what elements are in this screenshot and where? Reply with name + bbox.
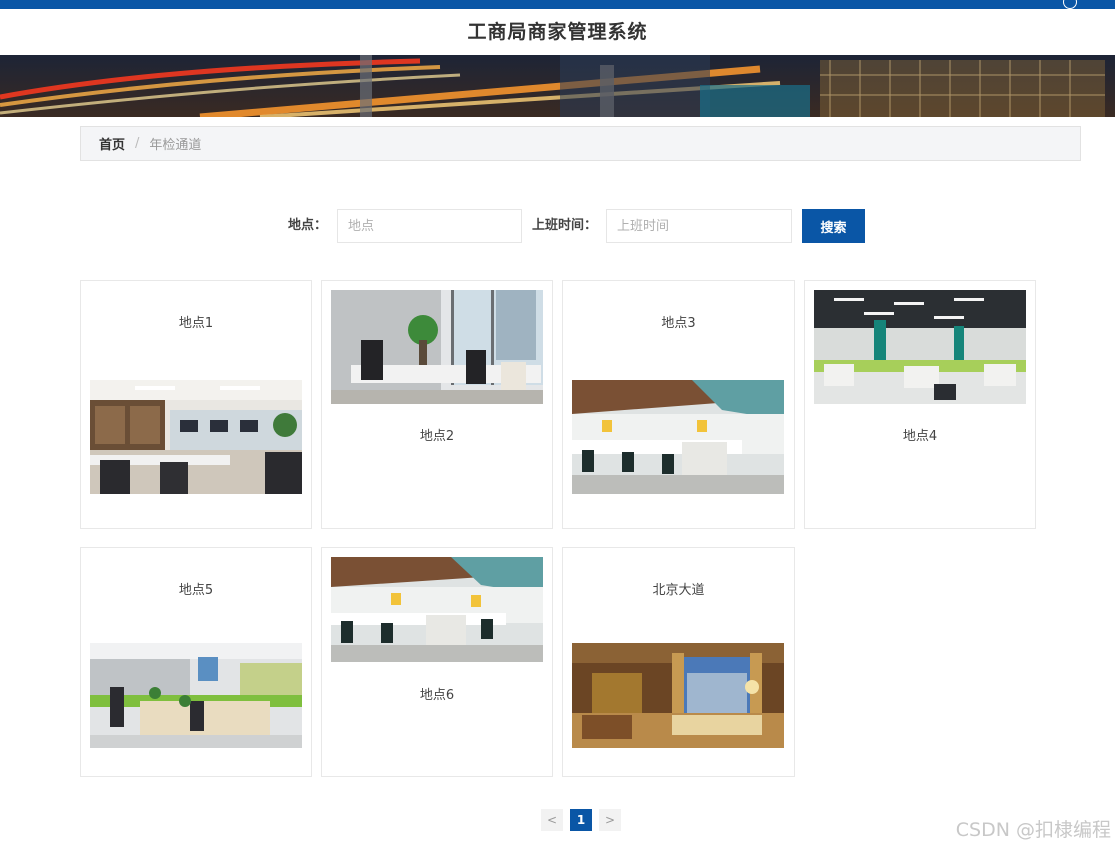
office-photo: [90, 643, 302, 748]
prev-page-button[interactable]: <: [541, 809, 563, 831]
office-photo: [331, 557, 543, 662]
card-title: 地点1: [178, 316, 214, 331]
watermark: CSDN @扣棣编程: [955, 819, 1111, 841]
office-photo: [814, 290, 1026, 404]
next-page-button[interactable]: >: [599, 809, 621, 831]
office-photo: [331, 290, 543, 404]
office-photo: [90, 380, 302, 494]
card-title: 地点3: [661, 316, 696, 331]
work-time-input[interactable]: [606, 209, 792, 243]
breadcrumb-separator: /: [135, 136, 140, 151]
header-banner: [0, 55, 1115, 117]
search-bar: 地点： 上班时间： 搜索: [0, 209, 1115, 243]
work-time-label: 上班时间：: [532, 218, 598, 233]
page-1-button[interactable]: 1: [570, 809, 592, 831]
breadcrumb-current: 年检通道: [149, 138, 202, 153]
search-button[interactable]: 搜索: [802, 209, 865, 243]
location-card[interactable]: 地点4: [804, 280, 1036, 529]
top-bar: [0, 0, 1115, 9]
location-card[interactable]: 地点5: [80, 547, 312, 777]
breadcrumb: 首页 / 年检通道: [80, 126, 1081, 161]
site-title: 工商局商家管理系统: [467, 21, 648, 43]
location-card[interactable]: 地点2: [321, 280, 553, 529]
location-card[interactable]: 地点6: [321, 547, 553, 777]
location-card[interactable]: 北京大道: [562, 547, 795, 777]
card-title: 北京大道: [652, 583, 705, 598]
card-title: 地点5: [178, 583, 214, 598]
user-circle-icon[interactable]: [1063, 0, 1077, 9]
card-title: 地点4: [902, 429, 938, 444]
card-title: 地点6: [419, 688, 455, 703]
pagination: < 1 >: [541, 809, 621, 831]
hotel-room-photo: [572, 643, 784, 748]
location-label: 地点：: [288, 218, 328, 233]
location-input[interactable]: [337, 209, 522, 243]
office-photo: [572, 380, 784, 494]
location-card[interactable]: 地点3: [562, 280, 795, 529]
card-title: 地点2: [419, 429, 455, 444]
location-card[interactable]: 地点1: [80, 280, 312, 529]
breadcrumb-home-link[interactable]: 首页: [99, 134, 125, 153]
